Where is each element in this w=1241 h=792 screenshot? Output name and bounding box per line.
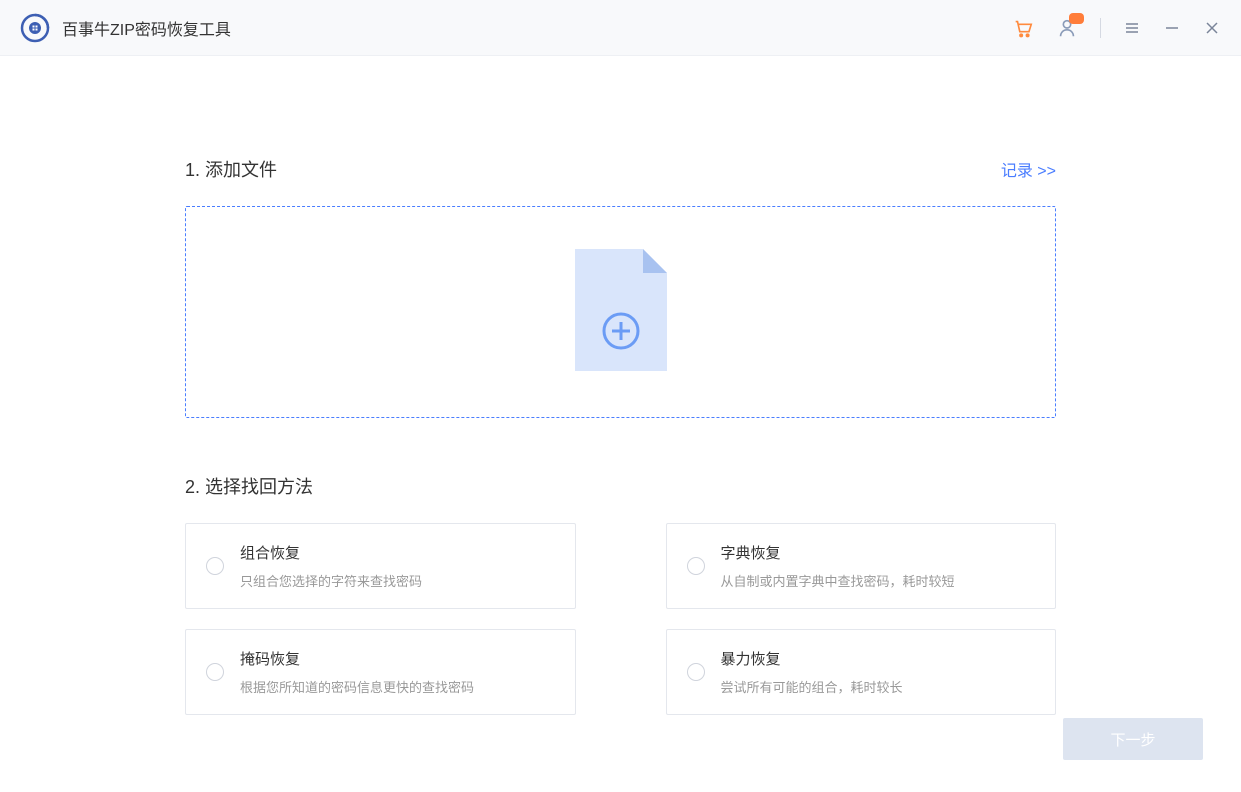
method-desc: 从自制或内置字典中查找密码，耗时较短 xyxy=(721,571,955,590)
methods-grid: 组合恢复 只组合您选择的字符来查找密码 字典恢复 从自制或内置字典中查找密码，耗… xyxy=(185,523,1056,715)
titlebar-divider xyxy=(1100,18,1101,38)
account-icon[interactable] xyxy=(1056,17,1078,39)
method-text: 字典恢复 从自制或内置字典中查找密码，耗时较短 xyxy=(721,542,955,590)
app-title: 百事牛ZIP密码恢复工具 xyxy=(62,16,231,40)
radio-icon xyxy=(687,663,705,681)
method-title: 掩码恢复 xyxy=(240,648,474,669)
menu-icon[interactable] xyxy=(1123,19,1141,37)
file-dropzone[interactable] xyxy=(185,206,1056,418)
main-content: 1. 添加文件 记录 >> 2. 选择找回方法 组合恢复 只组合您选择的字符来查… xyxy=(0,56,1241,715)
method-desc: 尝试所有可能的组合，耗时较长 xyxy=(721,677,903,696)
radio-icon xyxy=(206,663,224,681)
step1-header: 1. 添加文件 记录 >> xyxy=(185,156,1056,182)
method-card-mask[interactable]: 掩码恢复 根据您所知道的密码信息更快的查找密码 xyxy=(185,629,576,715)
titlebar-left: 百事牛ZIP密码恢复工具 xyxy=(20,13,231,43)
step1-title: 1. 添加文件 xyxy=(185,156,277,182)
method-text: 暴力恢复 尝试所有可能的组合，耗时较长 xyxy=(721,648,903,696)
titlebar-right xyxy=(1012,17,1221,39)
footer: 下一步 xyxy=(1063,718,1203,760)
cart-icon[interactable] xyxy=(1012,17,1034,39)
step2-title: 2. 选择找回方法 xyxy=(185,473,1056,499)
method-desc: 只组合您选择的字符来查找密码 xyxy=(240,571,422,590)
method-title: 暴力恢复 xyxy=(721,648,903,669)
method-title: 字典恢复 xyxy=(721,542,955,563)
method-title: 组合恢复 xyxy=(240,542,422,563)
method-card-bruteforce[interactable]: 暴力恢复 尝试所有可能的组合，耗时较长 xyxy=(666,629,1057,715)
app-logo-icon xyxy=(20,13,50,43)
record-link[interactable]: 记录 >> xyxy=(1001,157,1056,181)
account-badge-icon xyxy=(1069,13,1084,24)
method-desc: 根据您所知道的密码信息更快的查找密码 xyxy=(240,677,474,696)
minimize-icon[interactable] xyxy=(1163,19,1181,37)
method-card-dictionary[interactable]: 字典恢复 从自制或内置字典中查找密码，耗时较短 xyxy=(666,523,1057,609)
method-text: 组合恢复 只组合您选择的字符来查找密码 xyxy=(240,542,422,590)
method-card-combination[interactable]: 组合恢复 只组合您选择的字符来查找密码 xyxy=(185,523,576,609)
next-button[interactable]: 下一步 xyxy=(1063,718,1203,760)
radio-icon xyxy=(687,557,705,575)
method-text: 掩码恢复 根据您所知道的密码信息更快的查找密码 xyxy=(240,648,474,696)
titlebar: 百事牛ZIP密码恢复工具 xyxy=(0,0,1241,56)
radio-icon xyxy=(206,557,224,575)
file-add-icon xyxy=(575,249,667,376)
close-icon[interactable] xyxy=(1203,19,1221,37)
